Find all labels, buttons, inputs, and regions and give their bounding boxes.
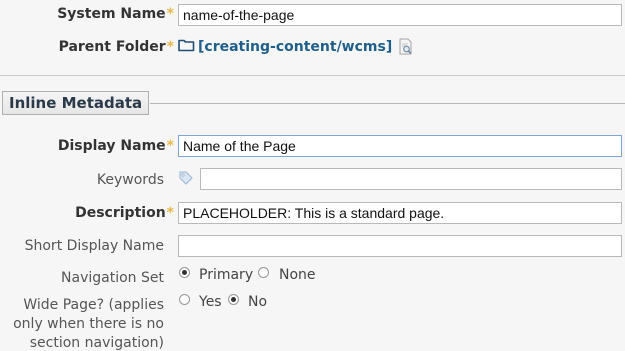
system-name-value: name-of-the-page: [183, 7, 295, 23]
keywords-input[interactable]: [200, 168, 622, 190]
navigation-primary-radio[interactable]: [179, 267, 190, 278]
description-label-text: Description: [75, 205, 166, 221]
system-name-label: System Name*: [0, 6, 174, 22]
wide-page-label-line: Wide Page? (applies: [23, 297, 164, 313]
description-input[interactable]: PLACEHOLDER: This is a standard page.: [178, 202, 622, 224]
parent-folder-link[interactable]: [creating-content/wcms]: [178, 38, 392, 55]
parent-folder-label: Parent Folder*: [0, 39, 174, 55]
description-label: Description*: [0, 205, 174, 221]
short-display-name-input[interactable]: [178, 235, 622, 257]
required-marker: *: [166, 6, 174, 22]
display-name-value: Name of the Page: [183, 138, 296, 154]
wide-page-label-line: only when there is no: [13, 316, 164, 332]
required-marker: *: [166, 205, 174, 221]
wide-page-no-label[interactable]: No: [248, 294, 267, 310]
navigation-set-label: Navigation Set: [61, 270, 164, 286]
short-display-name-label: Short Display Name: [24, 238, 164, 254]
display-name-input[interactable]: Name of the Page: [178, 135, 622, 157]
browse-page-icon[interactable]: [398, 38, 414, 56]
parent-folder-path: [creating-content/wcms]: [198, 39, 393, 55]
system-name-input[interactable]: name-of-the-page: [178, 4, 622, 26]
display-name-label-text: Display Name: [57, 138, 166, 154]
system-name-label-text: System Name: [57, 6, 166, 22]
folder-icon: [178, 39, 195, 52]
required-marker: *: [166, 138, 174, 154]
page-form: System Name* name-of-the-page Parent Fol…: [0, 0, 625, 351]
inline-metadata-legend: Inline Metadata: [2, 91, 150, 115]
navigation-none-label[interactable]: None: [279, 267, 316, 283]
description-value: PLACEHOLDER: This is a standard page.: [183, 205, 445, 221]
wide-page-yes-radio[interactable]: [179, 294, 190, 305]
wide-page-label: Wide Page? (applies only when there is n…: [0, 296, 164, 351]
navigation-primary-label[interactable]: Primary: [199, 267, 253, 283]
navigation-none-radio[interactable]: [258, 267, 269, 278]
parent-folder-label-text: Parent Folder: [58, 39, 166, 55]
wide-page-no-radio[interactable]: [228, 294, 239, 305]
section-divider: [0, 75, 625, 76]
tag-icon: [179, 171, 193, 185]
wide-page-yes-label[interactable]: Yes: [199, 294, 222, 310]
keywords-label: Keywords: [96, 172, 164, 188]
display-name-label: Display Name*: [0, 138, 174, 154]
legend-line: [150, 103, 625, 104]
wide-page-label-line: section navigation): [29, 335, 164, 351]
required-marker: *: [166, 39, 174, 55]
